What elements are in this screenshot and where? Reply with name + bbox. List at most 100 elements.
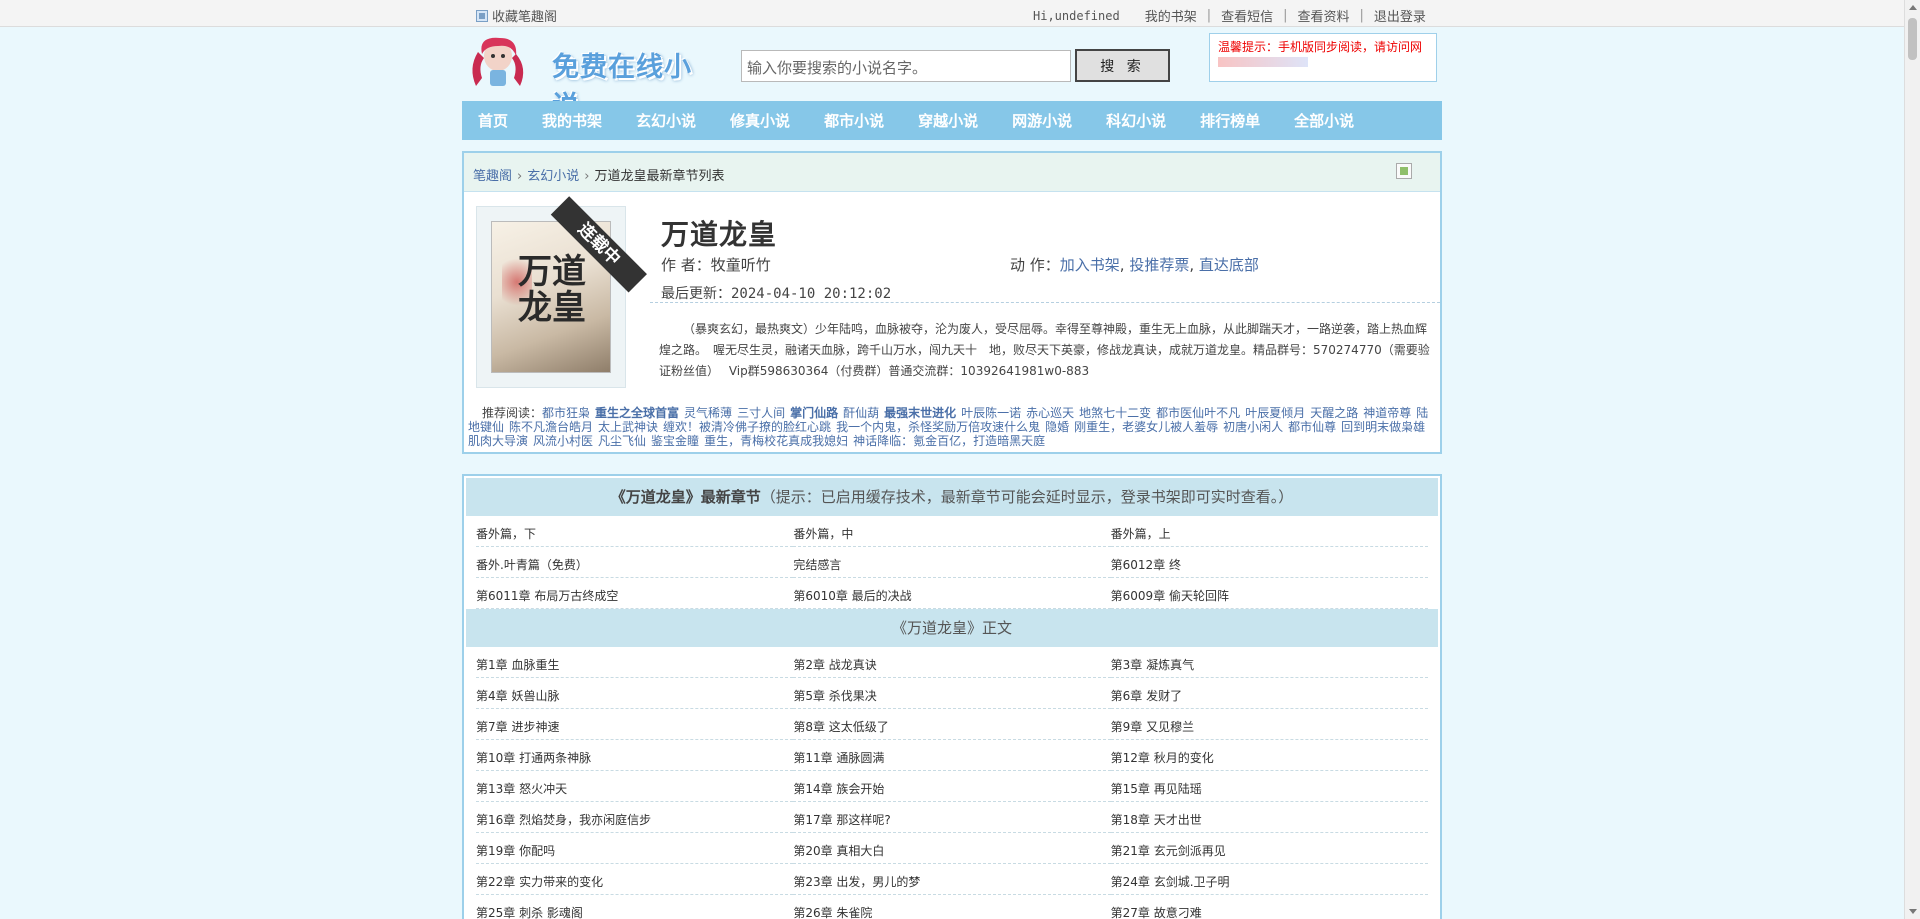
recommend-link[interactable]: 神话降临：氪金百亿，打造暗黑天庭 [853,434,1045,448]
recommend-link[interactable]: 风流小村医 [533,434,593,448]
recommend-link[interactable]: 陈不凡澹台皓月 [509,420,593,434]
recommend-link[interactable]: 重生之全球首富 [595,406,679,420]
nav-bookshelf[interactable]: 我的书架 [542,110,602,131]
chapter-link[interactable]: 第5章 杀伐果决 [793,689,876,703]
go-bottom-link[interactable]: 直达底部 [1199,256,1259,274]
vertical-scrollbar[interactable] [1904,0,1920,919]
my-bookshelf-link[interactable]: 我的书架 [1145,6,1197,25]
chapter-link[interactable]: 第14章 族会开始 [793,782,884,796]
recommend-link[interactable]: 三寸人间 [737,406,785,420]
site-logo[interactable]: 免费在线小说 [464,32,712,122]
recommend-link[interactable]: 叶辰陈一诺 [961,406,1021,420]
recommend-link[interactable]: 回到明末做枭雄 [1341,420,1425,434]
recommend-link[interactable]: 初唐小闲人 [1223,420,1283,434]
chapter-link[interactable]: 第24章 玄剑城.卫子明 [1111,875,1230,889]
recommend-link[interactable]: 地煞七十二变 [1079,406,1151,420]
chapter-link[interactable]: 第25章 刺杀 影魂阁 [476,906,583,919]
recommend-link[interactable]: 赤心巡天 [1026,406,1074,420]
breadcrumb-category[interactable]: 玄幻小说 [527,169,579,184]
nav-wangyou[interactable]: 网游小说 [1012,110,1072,131]
recommend-link[interactable]: 隐婚 [1045,420,1069,434]
scrollbar-thumb[interactable] [1908,18,1917,60]
chapter-link[interactable]: 第7章 进步神速 [476,720,559,734]
breadcrumb-home[interactable]: 笔趣阁 [473,169,512,184]
chapter-link[interactable]: 第1章 血脉重生 [476,658,559,672]
chapter-link[interactable]: 第22章 实力带来的变化 [476,875,603,889]
chapter-link[interactable]: 第21章 玄元剑派再见 [1111,844,1226,858]
recommend-link[interactable]: 凡尘飞仙 [598,434,646,448]
nav-kehuan[interactable]: 科幻小说 [1106,110,1166,131]
recommend-link[interactable]: 酐仙葫 [843,406,879,420]
chapter-link[interactable]: 第19章 你配吗 [476,844,555,858]
chapter-link[interactable]: 第10章 打通两条神脉 [476,751,591,765]
chapter-link[interactable]: 第12章 秋月的变化 [1111,751,1214,765]
author-label: 作 者： [661,256,711,274]
tip-link-blurred[interactable] [1218,57,1308,67]
recommend-link[interactable]: 都市狂枭 [542,406,590,420]
nav-all[interactable]: 全部小说 [1294,110,1354,131]
chapter-link[interactable]: 第18章 天才出世 [1111,813,1202,827]
search-input[interactable]: 输入你要搜索的小说名字。 [741,50,1071,82]
chapter-link[interactable]: 第20章 真相大白 [793,844,884,858]
latest-title: 《万道龙皇》最新章节 [610,488,761,506]
add-to-shelf-link[interactable]: 加入书架 [1060,256,1120,274]
chapter-link[interactable]: 第6章 发财了 [1111,689,1182,703]
recommend-link[interactable]: 太上武神诀 [598,420,658,434]
recommend-link[interactable]: 我一个内鬼，杀怪奖励万倍攻速什么鬼 [836,420,1040,434]
scroll-down-icon[interactable] [1909,909,1917,914]
favorite-link[interactable]: 收藏笔趣阁 [476,6,557,25]
chapter-link[interactable]: 第3章 凝炼真气 [1111,658,1194,672]
chapter-row: 第4章 妖兽山脉 第5章 杀伐果决 第6章 发财了 [476,678,1428,709]
chapter-cell: 第14章 族会开始 [793,771,1111,802]
chapter-link[interactable]: 第13章 怒火冲天 [476,782,567,796]
vote-link[interactable]: 投推荐票 [1129,256,1189,274]
logout-link[interactable]: 退出登录 [1374,6,1426,25]
chapter-link[interactable]: 完结感言 [793,558,841,572]
recommend-link[interactable]: 重生，青梅校花真成我媳妇 [704,434,848,448]
recommend-link[interactable]: 神道帝尊 [1363,406,1411,420]
nav-dushi[interactable]: 都市小说 [824,110,884,131]
main-title: 《万道龙皇》正文 [891,619,1012,637]
recommend-link[interactable]: 最强末世进化 [884,406,956,420]
chapter-link[interactable]: 第6012章 终 [1111,558,1181,572]
scroll-up-icon[interactable] [1909,5,1917,10]
chapter-link[interactable]: 第2章 战龙真诀 [793,658,876,672]
nav-ranking[interactable]: 排行榜单 [1200,110,1260,131]
nav-xiuzhen[interactable]: 修真小说 [730,110,790,131]
chapter-link[interactable]: 第11章 通脉圆满 [793,751,884,765]
recommend-link[interactable]: 灵气稀薄 [684,406,732,420]
messages-link[interactable]: 查看短信 [1221,6,1273,25]
chapter-cell: 第20章 真相大白 [793,833,1111,864]
recommend-link[interactable]: 鉴宝金瞳 [651,434,699,448]
chapter-link[interactable]: 第23章 出发，男儿的梦 [793,875,920,889]
chapter-link[interactable]: 第6009章 偷天轮回阵 [1111,589,1229,603]
nav-home[interactable]: 首页 [478,110,508,131]
chapter-link[interactable]: 第8章 这太低级了 [793,720,888,734]
recommend-link[interactable]: 叶辰夏倾月 [1245,406,1305,420]
chapter-link[interactable]: 第16章 烈焰焚身，我亦闲庭信步 [476,813,651,827]
recommend-link[interactable]: 都市医仙叶不凡 [1156,406,1240,420]
nav-chuanyue[interactable]: 穿越小说 [918,110,978,131]
search-button[interactable]: 搜 索 [1075,49,1170,82]
chapter-link[interactable]: 番外.叶青篇（免费） [476,558,588,572]
chapter-link[interactable]: 番外篇，上 [1111,527,1171,541]
recommend-link[interactable]: 肌肉大导演 [468,434,528,448]
chapter-link[interactable]: 第26章 朱雀院 [793,906,872,919]
recommend-link[interactable]: 缠欢！被清冷佛子撩的脸红心跳 [663,420,831,434]
chapter-link[interactable]: 第17章 那这样呢? [793,813,890,827]
nav-xuanhuan[interactable]: 玄幻小说 [636,110,696,131]
recommend-link[interactable]: 天醒之路 [1310,406,1358,420]
profile-link[interactable]: 查看资料 [1298,6,1350,25]
chapter-link[interactable]: 第27章 故意刁难 [1111,906,1202,919]
chapter-link[interactable]: 第4章 妖兽山脉 [476,689,559,703]
recommend-link[interactable]: 掌门仙路 [790,406,838,420]
chapter-cell: 第18章 天才出世 [1110,802,1428,833]
chapter-link[interactable]: 第6011章 布局万古终成空 [476,589,618,603]
chapter-link[interactable]: 第9章 又见穆兰 [1111,720,1194,734]
chapter-link[interactable]: 番外篇，下 [476,527,536,541]
chapter-link[interactable]: 番外篇，中 [793,527,853,541]
chapter-link[interactable]: 第6010章 最后的决战 [793,589,911,603]
recommend-link[interactable]: 刚重生，老婆女儿被人羞辱 [1074,420,1218,434]
recommend-link[interactable]: 都市仙尊 [1288,420,1336,434]
chapter-link[interactable]: 第15章 再见陆瑶 [1111,782,1202,796]
